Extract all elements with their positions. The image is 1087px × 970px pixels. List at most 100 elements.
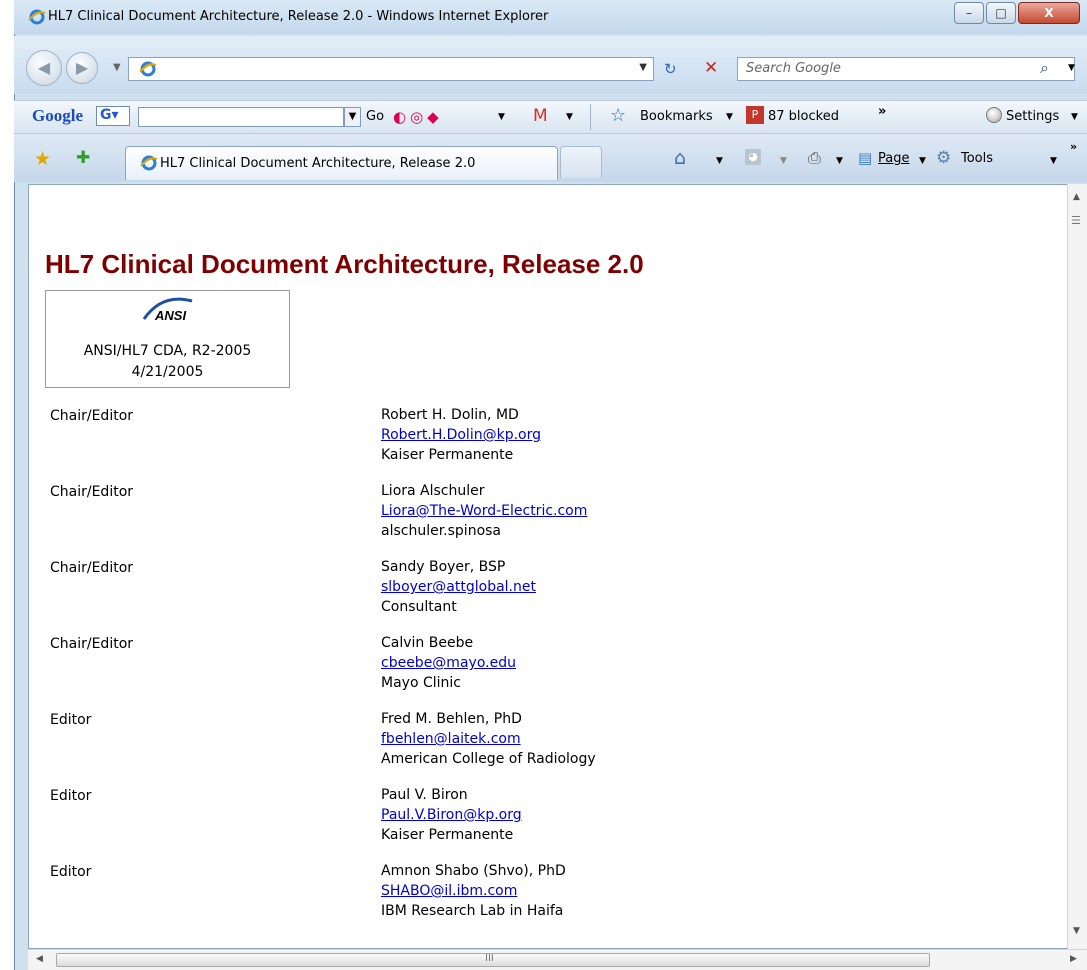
contributor-email-link[interactable]: Liora@The-Word-Electric.com xyxy=(381,503,587,519)
contributor-email-link[interactable]: Paul.V.Biron@kp.org xyxy=(381,807,522,823)
scroll-down-icon[interactable]: ▼ xyxy=(1073,926,1080,936)
contributor-name: Sandy Boyer, BSP xyxy=(381,559,506,575)
tab-label: HL7 Clinical Document Architecture, Rele… xyxy=(160,156,476,171)
search-icon[interactable]: ⌕ xyxy=(1040,58,1049,78)
contributor-role: Chair/Editor xyxy=(50,408,134,424)
contributor-role: Chair/Editor xyxy=(50,560,134,576)
google-menu-icon[interactable]: G▾ xyxy=(96,106,130,126)
home-dropdown-icon[interactable]: ▼ xyxy=(716,156,723,166)
ansi-standard: ANSI/HL7 CDA, R2-2005 xyxy=(83,343,252,359)
contributor-name: Paul V. Biron xyxy=(381,787,468,803)
address-dropdown-icon[interactable]: ▼ xyxy=(639,62,647,73)
gmail-dropdown-icon[interactable]: ▼ xyxy=(566,112,573,122)
window-title: HL7 Clinical Document Architecture, Rele… xyxy=(48,9,549,24)
favorites-star-icon[interactable]: ★ xyxy=(34,148,51,170)
print-icon[interactable]: ⎙ xyxy=(808,148,821,168)
contributor-name: Calvin Beebe xyxy=(381,635,474,651)
tab-ie-icon xyxy=(140,155,158,171)
tools-gear-icon: ⚙ xyxy=(936,148,952,168)
page-menu-button[interactable]: Page xyxy=(878,151,909,166)
contributor-org: Consultant xyxy=(381,599,457,615)
scroll-grip: III xyxy=(485,953,494,964)
gmail-icon[interactable]: M xyxy=(533,106,548,126)
page-dropdown-icon[interactable]: ▼ xyxy=(919,156,926,166)
contributor-name: Liora Alschuler xyxy=(381,483,485,499)
contributor: Calvin Beebe cbeebe@mayo.edu Mayo Clinic xyxy=(381,633,516,693)
settings-radio-icon xyxy=(986,107,1002,123)
close-button[interactable]: X xyxy=(1018,2,1080,24)
ansi-logo-icon: ANSI xyxy=(142,297,193,323)
contributor-email-link[interactable]: fbehlen@laitek.com xyxy=(381,731,521,747)
toolbar-buttons-icon[interactable]: ◐◎◆ xyxy=(393,108,443,126)
ansi-logo-box: ANSI ANSI/HL7 CDA, R2-2005 4/21/2005 xyxy=(45,290,290,388)
contributor-role: Editor xyxy=(50,864,92,880)
tools-menu-button[interactable]: Tools xyxy=(961,151,993,166)
vertical-scrollbar[interactable]: ▲ ☰ ▼ xyxy=(1067,184,1087,949)
minimize-button[interactable]: – xyxy=(954,2,984,24)
popup-blocked-count[interactable]: 87 blocked xyxy=(768,109,839,124)
contributor-email-link[interactable]: slboyer@attglobal.net xyxy=(381,579,536,595)
scroll-right-icon[interactable]: ▶ xyxy=(1070,954,1077,964)
scroll-left-icon[interactable]: ◀ xyxy=(36,954,43,964)
add-favorite-icon[interactable]: ✚ xyxy=(76,148,90,168)
contributor-org: Mayo Clinic xyxy=(381,675,461,691)
contributor-email-link[interactable]: Robert.H.Dolin@kp.org xyxy=(381,427,541,443)
contributor: Amnon Shabo (Shvo), PhD SHABO@il.ibm.com… xyxy=(381,861,566,921)
feeds-icon[interactable]: ◕ xyxy=(745,149,761,165)
stop-icon[interactable]: ✕ xyxy=(704,58,718,78)
settings-dropdown-icon[interactable]: ▼ xyxy=(1071,112,1078,122)
new-tab-button[interactable] xyxy=(560,146,602,178)
contributor-role: Editor xyxy=(50,788,92,804)
ie-logo-icon xyxy=(28,9,46,25)
contributor-name: Robert H. Dolin, MD xyxy=(381,407,519,423)
google-go-button[interactable]: Go xyxy=(366,109,384,124)
contributor-org: alschuler.spinosa xyxy=(381,523,502,539)
address-input[interactable]: ▼ xyxy=(128,57,654,81)
google-logo: Google xyxy=(32,106,83,125)
forward-button[interactable]: ▶ xyxy=(66,52,98,84)
google-search-input[interactable] xyxy=(138,107,344,127)
title-bar: HL7 Clinical Document Architecture, Rele… xyxy=(14,0,1087,34)
page-icon xyxy=(139,61,157,77)
contributor: Sandy Boyer, BSP slboyer@attglobal.net C… xyxy=(381,557,536,617)
contributor: Robert H. Dolin, MD Robert.H.Dolin@kp.or… xyxy=(381,405,541,465)
svg-text:ANSI: ANSI xyxy=(154,308,186,323)
horizontal-scroll-thumb[interactable]: III xyxy=(56,953,930,967)
contributor-email-link[interactable]: SHABO@il.ibm.com xyxy=(381,883,517,899)
settings-button[interactable]: Settings xyxy=(1006,109,1059,124)
contributor-org: Kaiser Permanente xyxy=(381,447,514,463)
page-title: HL7 Clinical Document Architecture, Rele… xyxy=(45,249,644,279)
contributor-role: Editor xyxy=(50,712,92,728)
tab-active[interactable]: HL7 Clinical Document Architecture, Rele… xyxy=(125,146,558,180)
more-chevron-icon[interactable]: » xyxy=(878,104,886,119)
history-dropdown-icon[interactable]: ▼ xyxy=(113,62,121,73)
google-search-dropdown-icon[interactable]: ▼ xyxy=(344,107,361,127)
popup-blocker-icon[interactable]: P xyxy=(746,106,764,124)
scroll-up-icon[interactable]: ▲ xyxy=(1073,192,1080,202)
contributor-org: IBM Research Lab in Haifa xyxy=(381,903,564,919)
bookmarks-star-icon[interactable]: ☆ xyxy=(610,105,626,126)
command-more-icon[interactable]: » xyxy=(1070,140,1077,153)
search-options-icon[interactable]: ▼ xyxy=(1068,63,1075,73)
contributor-role: Chair/Editor xyxy=(50,636,134,652)
ansi-date: 4/21/2005 xyxy=(131,364,204,380)
scroll-thumb-grip-icon[interactable]: ☰ xyxy=(1071,214,1081,227)
refresh-icon[interactable]: ↻ xyxy=(664,60,677,78)
back-button[interactable]: ◀ xyxy=(26,50,62,86)
feeds-dropdown-icon[interactable]: ▼ xyxy=(780,156,787,166)
bookmarks-button[interactable]: Bookmarks xyxy=(640,109,713,124)
page-menu-icon: ▤ xyxy=(858,149,873,167)
contributor-name: Amnon Shabo (Shvo), PhD xyxy=(381,863,566,879)
maximize-button[interactable]: □ xyxy=(986,2,1016,24)
contributor-email-link[interactable]: cbeebe@mayo.edu xyxy=(381,655,516,671)
contributor-org: Kaiser Permanente xyxy=(381,827,514,843)
home-icon[interactable]: ⌂ xyxy=(674,147,686,169)
contributor-role: Chair/Editor xyxy=(50,484,134,500)
contributor-name: Fred M. Behlen, PhD xyxy=(381,711,522,727)
contributor: Liora Alschuler Liora@The-Word-Electric.… xyxy=(381,481,587,541)
print-dropdown-icon[interactable]: ▼ xyxy=(836,156,843,166)
tools-dropdown-icon[interactable]: ▼ xyxy=(1050,156,1057,166)
search-input[interactable]: Search Google xyxy=(737,57,1075,81)
toolbar-dropdown-icon[interactable]: ▼ xyxy=(498,112,505,122)
bookmarks-dropdown-icon[interactable]: ▼ xyxy=(726,112,733,122)
